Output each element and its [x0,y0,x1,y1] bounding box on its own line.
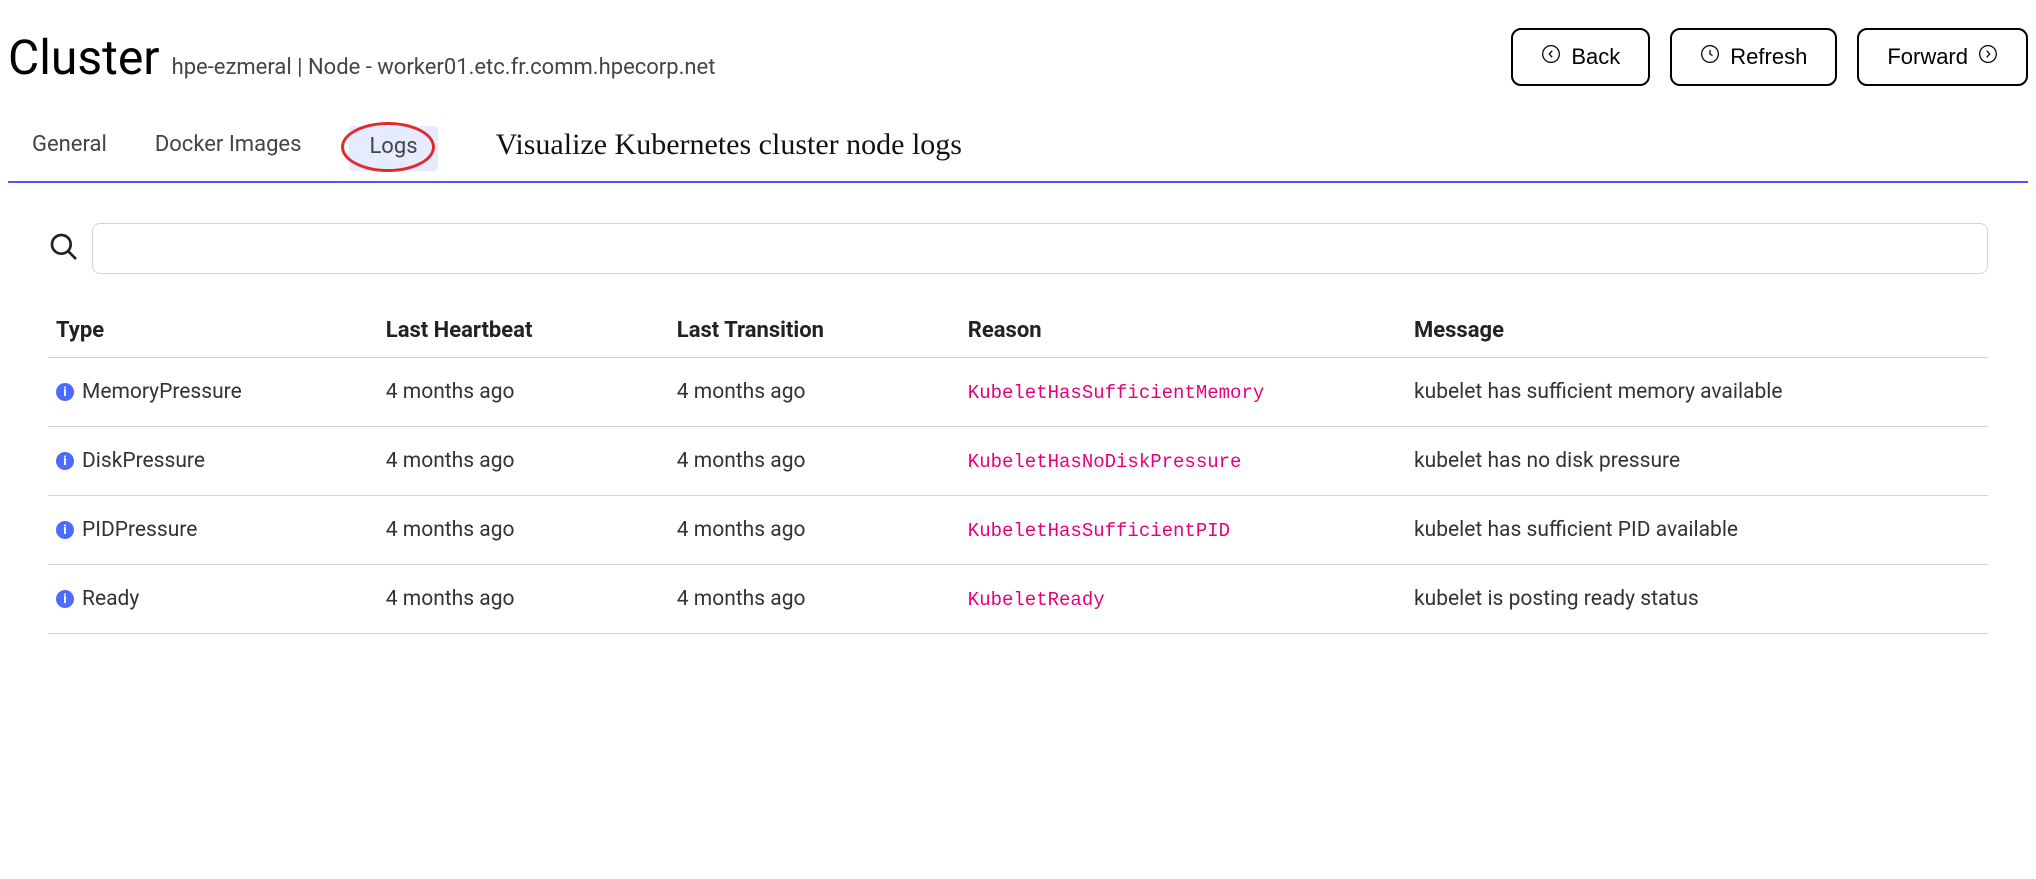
content-area: Type Last Heartbeat Last Transition Reas… [8,183,2028,634]
cell-type: i DiskPressure [48,427,378,496]
logs-table: Type Last Heartbeat Last Transition Reas… [48,304,1988,634]
cell-type: i MemoryPressure [48,358,378,427]
cell-message: kubelet has sufficient memory available [1406,358,1988,427]
tab-logs-label: Logs [369,134,417,159]
cell-last-heartbeat: 4 months ago [378,565,669,634]
chevron-left-icon [1541,44,1561,70]
refresh-icon [1700,44,1720,70]
tab-docker-images[interactable]: Docker Images [155,132,302,175]
tab-bar: General Docker Images Logs Visualize Kub… [8,106,2028,183]
back-button[interactable]: Back [1511,28,1650,86]
refresh-label: Refresh [1730,44,1807,70]
refresh-button[interactable]: Refresh [1670,28,1837,86]
reason-code: KubeletReady [968,589,1105,611]
cell-message: kubelet has no disk pressure [1406,427,1988,496]
cell-reason: KubeletReady [960,565,1406,634]
cell-type: i Ready [48,565,378,634]
breadcrumb: hpe-ezmeral | Node - worker01.etc.fr.com… [172,55,716,80]
type-text: DiskPressure [82,449,205,473]
th-type: Type [48,304,378,358]
cell-message: kubelet has sufficient PID available [1406,496,1988,565]
cell-message: kubelet is posting ready status [1406,565,1988,634]
forward-label: Forward [1887,44,1968,70]
tab-general[interactable]: General [32,132,107,175]
annotation-text: Visualize Kubernetes cluster node logs [496,126,962,162]
info-icon: i [56,383,74,401]
cell-last-transition: 4 months ago [669,427,960,496]
cell-last-heartbeat: 4 months ago [378,427,669,496]
table-row: i MemoryPressure 4 months ago4 months ago K… [48,358,1988,427]
cell-last-heartbeat: 4 months ago [378,496,669,565]
page-header: Cluster hpe-ezmeral | Node - worker01.et… [8,8,2028,106]
tab-logs[interactable]: Logs [349,126,437,171]
table-row: i PIDPressure 4 months ago4 months ago Kube… [48,496,1988,565]
reason-code: KubeletHasSufficientMemory [968,382,1264,404]
chevron-right-icon [1978,44,1998,70]
reason-code: KubeletHasNoDiskPressure [968,451,1242,473]
th-last-heartbeat: Last Heartbeat [378,304,669,358]
search-row [48,223,1988,274]
cell-last-transition: 4 months ago [669,358,960,427]
type-text: PIDPressure [82,518,197,542]
cell-reason: KubeletHasSufficientMemory [960,358,1406,427]
page-title: Cluster [8,29,160,86]
info-icon: i [56,590,74,608]
th-last-transition: Last Transition [669,304,960,358]
cell-last-transition: 4 months ago [669,496,960,565]
search-input[interactable] [92,223,1988,274]
th-reason: Reason [960,304,1406,358]
back-label: Back [1571,44,1620,70]
info-icon: i [56,521,74,539]
header-buttons: Back Refresh Forward [1511,28,2028,86]
table-row: i Ready 4 months ago4 months ago KubeletRea… [48,565,1988,634]
reason-code: KubeletHasSufficientPID [968,520,1230,542]
table-row: i DiskPressure 4 months ago4 months ago Kub… [48,427,1988,496]
cell-last-heartbeat: 4 months ago [378,358,669,427]
type-text: MemoryPressure [82,380,242,404]
cell-type: i PIDPressure [48,496,378,565]
type-text: Ready [82,587,139,611]
search-icon [48,231,80,267]
title-group: Cluster hpe-ezmeral | Node - worker01.et… [8,29,715,86]
th-message: Message [1406,304,1988,358]
cell-reason: KubeletHasNoDiskPressure [960,427,1406,496]
info-icon: i [56,452,74,470]
cell-reason: KubeletHasSufficientPID [960,496,1406,565]
forward-button[interactable]: Forward [1857,28,2028,86]
cell-last-transition: 4 months ago [669,565,960,634]
